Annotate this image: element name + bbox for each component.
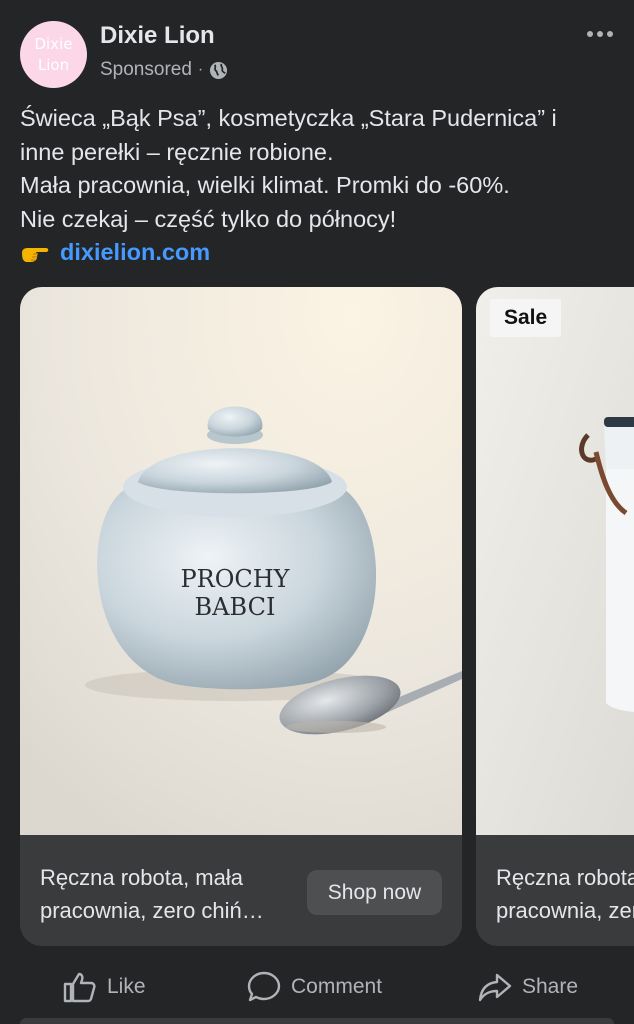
card-title[interactable]: Ręczna robota, mała pracownia, zero chiń… — [496, 861, 634, 927]
post-text-line: Świeca „Bąk Psa”, kosmetyczka „Stara Pud… — [20, 105, 557, 131]
more-options-button[interactable] — [580, 18, 620, 50]
card-title-line: pracownia, zero chiń… — [40, 898, 264, 923]
meta-separator: · — [197, 61, 204, 78]
card-title-line: pracownia, zero chiń… — [496, 898, 634, 923]
more-dot — [597, 31, 603, 37]
post-text-line: Mała pracownia, wielki klimat. Promki do… — [20, 172, 510, 198]
post-action-bar: Like Comment Share — [0, 962, 634, 1014]
comment-label: Comment — [291, 975, 383, 998]
post-text: Świeca „Bąk Psa”, kosmetyczka „Stara Pud… — [20, 102, 624, 270]
website-link[interactable]: dixielion.com — [60, 236, 210, 270]
globe-icon — [210, 61, 228, 79]
jar-label-line-1: PROCHY — [180, 565, 290, 593]
post-link-line: dixielion.com — [20, 236, 624, 270]
share-arrow-icon — [478, 973, 512, 1002]
card-title-line: Ręczna robota, mała — [40, 865, 243, 890]
share-button[interactable]: Share — [478, 962, 578, 1012]
avatar-text-line-2: Lion — [37, 56, 70, 74]
shop-now-button[interactable]: Shop now — [307, 870, 442, 915]
card-footer: Ręczna robota, mała pracownia, zero chiń… — [20, 835, 462, 946]
sponsored-label[interactable]: Sponsored — [100, 59, 192, 81]
card-footer: Ręczna robota, mała pracownia, zero chiń… — [476, 835, 634, 946]
sale-badge: Sale — [490, 299, 562, 337]
product-photo — [476, 287, 634, 835]
comment-composer-edge — [20, 1018, 614, 1024]
post-text-line: inne perełki – ręcznie robione. — [20, 138, 334, 165]
pointing-hand-emoji-icon — [22, 247, 49, 262]
avatar-text-line-1: Dixie — [34, 35, 73, 53]
comment-bubble-icon — [247, 971, 281, 1002]
share-label: Share — [522, 975, 579, 998]
product-image-enamel-pot[interactable]: Sale — [476, 287, 634, 835]
product-photo: PROCHY BABCI — [20, 287, 462, 835]
carousel-card[interactable]: PROCHY BABCI Ręczna robota, mała pracown… — [20, 287, 462, 946]
like-label: Like — [107, 975, 146, 998]
thumbs-up-icon — [63, 972, 96, 1003]
jar-label-line-2: BABCI — [195, 593, 276, 621]
product-image-sugar-bowl[interactable]: PROCHY BABCI — [20, 287, 462, 835]
post-meta: Sponsored · — [100, 59, 228, 81]
more-horizontal-icon — [587, 31, 593, 37]
card-title[interactable]: Ręczna robota, mała pracownia, zero chiń… — [40, 861, 290, 927]
comment-button[interactable]: Comment — [247, 962, 382, 1012]
post-text-line: Nie czekaj – część tylko do północy! — [20, 205, 397, 232]
page-avatar[interactable]: Dixie Lion — [20, 21, 87, 88]
more-dot — [607, 31, 613, 37]
card-title-line: Ręczna robota, mała — [496, 865, 634, 890]
carousel-card[interactable]: Sale Ręczna robota, mała pracownia, zero… — [476, 287, 634, 946]
like-button[interactable]: Like — [63, 962, 146, 1012]
page-name[interactable]: Dixie Lion — [100, 22, 215, 50]
